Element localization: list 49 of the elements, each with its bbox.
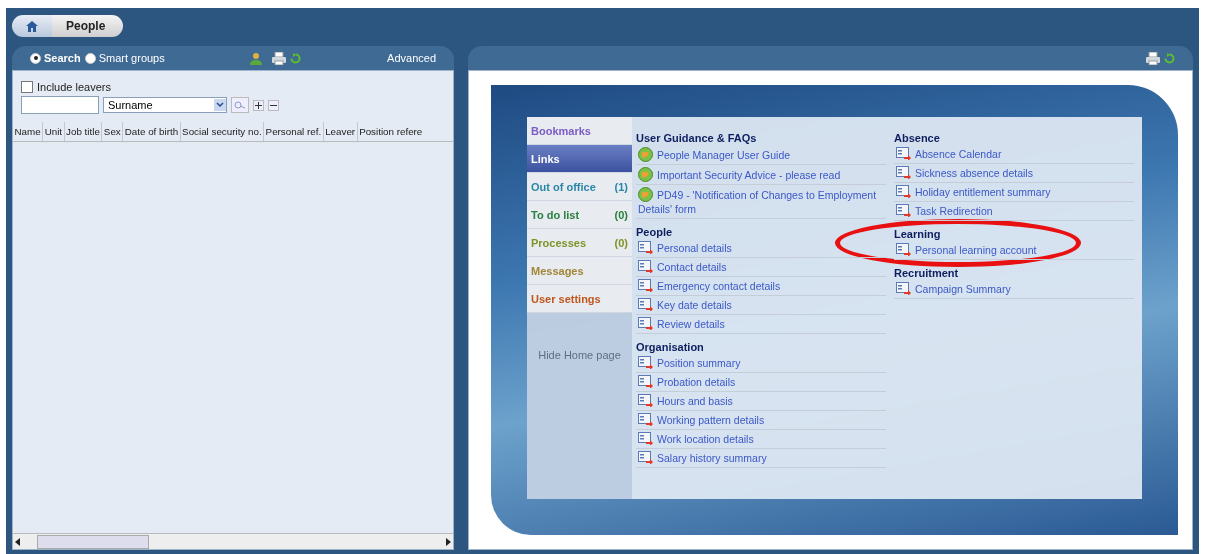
nav-tab[interactable]: Messages — [527, 257, 632, 285]
column-header[interactable]: Name — [13, 122, 44, 141]
column-header[interactable]: Position refere — [357, 122, 424, 141]
nav-tab[interactable]: User settings — [527, 285, 632, 313]
home-link[interactable]: Probation details — [636, 373, 886, 392]
home-link[interactable]: Hours and basis — [636, 392, 886, 411]
home-link[interactable]: Important Security Advice - please read — [636, 165, 886, 185]
column-header[interactable]: Job title — [64, 122, 103, 141]
nav-tab[interactable]: Out of office (1) — [527, 173, 632, 201]
home-link[interactable]: Work location details — [636, 430, 886, 449]
section-title: Learning — [894, 228, 941, 240]
search-by-dropdown[interactable]: Surname — [103, 97, 227, 113]
nav-tab[interactable]: Processes (0) — [527, 229, 632, 257]
home-link[interactable]: Contact details — [636, 258, 886, 277]
home-link[interactable]: Review details — [636, 315, 886, 334]
home-link[interactable]: Personal learning account — [894, 241, 1134, 260]
section-title: Recruitment — [894, 267, 959, 279]
mode-radio[interactable]: Smart groups — [84, 52, 165, 64]
home-link[interactable]: PD49 - 'Notification of Changes to Employment Details' form — [636, 185, 886, 219]
home-link[interactable]: Absence Calendar — [894, 145, 1134, 164]
nav-tab[interactable]: To do list (0) — [527, 201, 632, 229]
home-link[interactable]: Personal details — [636, 239, 886, 258]
home-link[interactable]: People Manager User Guide — [636, 145, 886, 165]
section-title: Organisation — [636, 341, 704, 353]
column-header[interactable]: Social security no. — [180, 122, 265, 141]
home-link[interactable]: Emergency contact details — [636, 277, 886, 296]
advanced-link[interactable]: Advanced — [387, 52, 436, 64]
mode-radio[interactable]: Search — [30, 52, 81, 64]
home-link[interactable]: Position summary — [636, 354, 886, 373]
column-header[interactable]: Unit — [43, 122, 65, 141]
home-link[interactable]: Working pattern details — [636, 411, 886, 430]
section-title: User Guidance & FAQs — [636, 132, 757, 144]
column-header[interactable]: Leaver — [323, 122, 358, 141]
hide-home-link[interactable]: Hide Home page — [527, 349, 632, 361]
include-leavers-label: Include leavers — [37, 81, 111, 93]
column-header[interactable]: Personal ref. — [264, 122, 324, 141]
home-link[interactable]: Task Redirection — [894, 202, 1134, 221]
nav-tab[interactable]: Links — [527, 145, 632, 173]
home-link[interactable]: Campaign Summary — [894, 280, 1134, 299]
nav-tab[interactable]: Bookmarks — [527, 117, 632, 145]
home-link[interactable]: Holiday entitlement summary — [894, 183, 1134, 202]
section-title: People — [636, 226, 673, 238]
home-link[interactable]: Key date details — [636, 296, 886, 315]
home-link[interactable]: Salary history summary — [636, 449, 886, 468]
section-title: Absence — [894, 132, 940, 144]
column-header[interactable]: Sex — [102, 122, 124, 141]
breadcrumb-tab[interactable]: People — [52, 15, 124, 37]
home-link[interactable]: Sickness absence details — [894, 164, 1134, 183]
column-header[interactable]: Date of birth — [123, 122, 181, 141]
